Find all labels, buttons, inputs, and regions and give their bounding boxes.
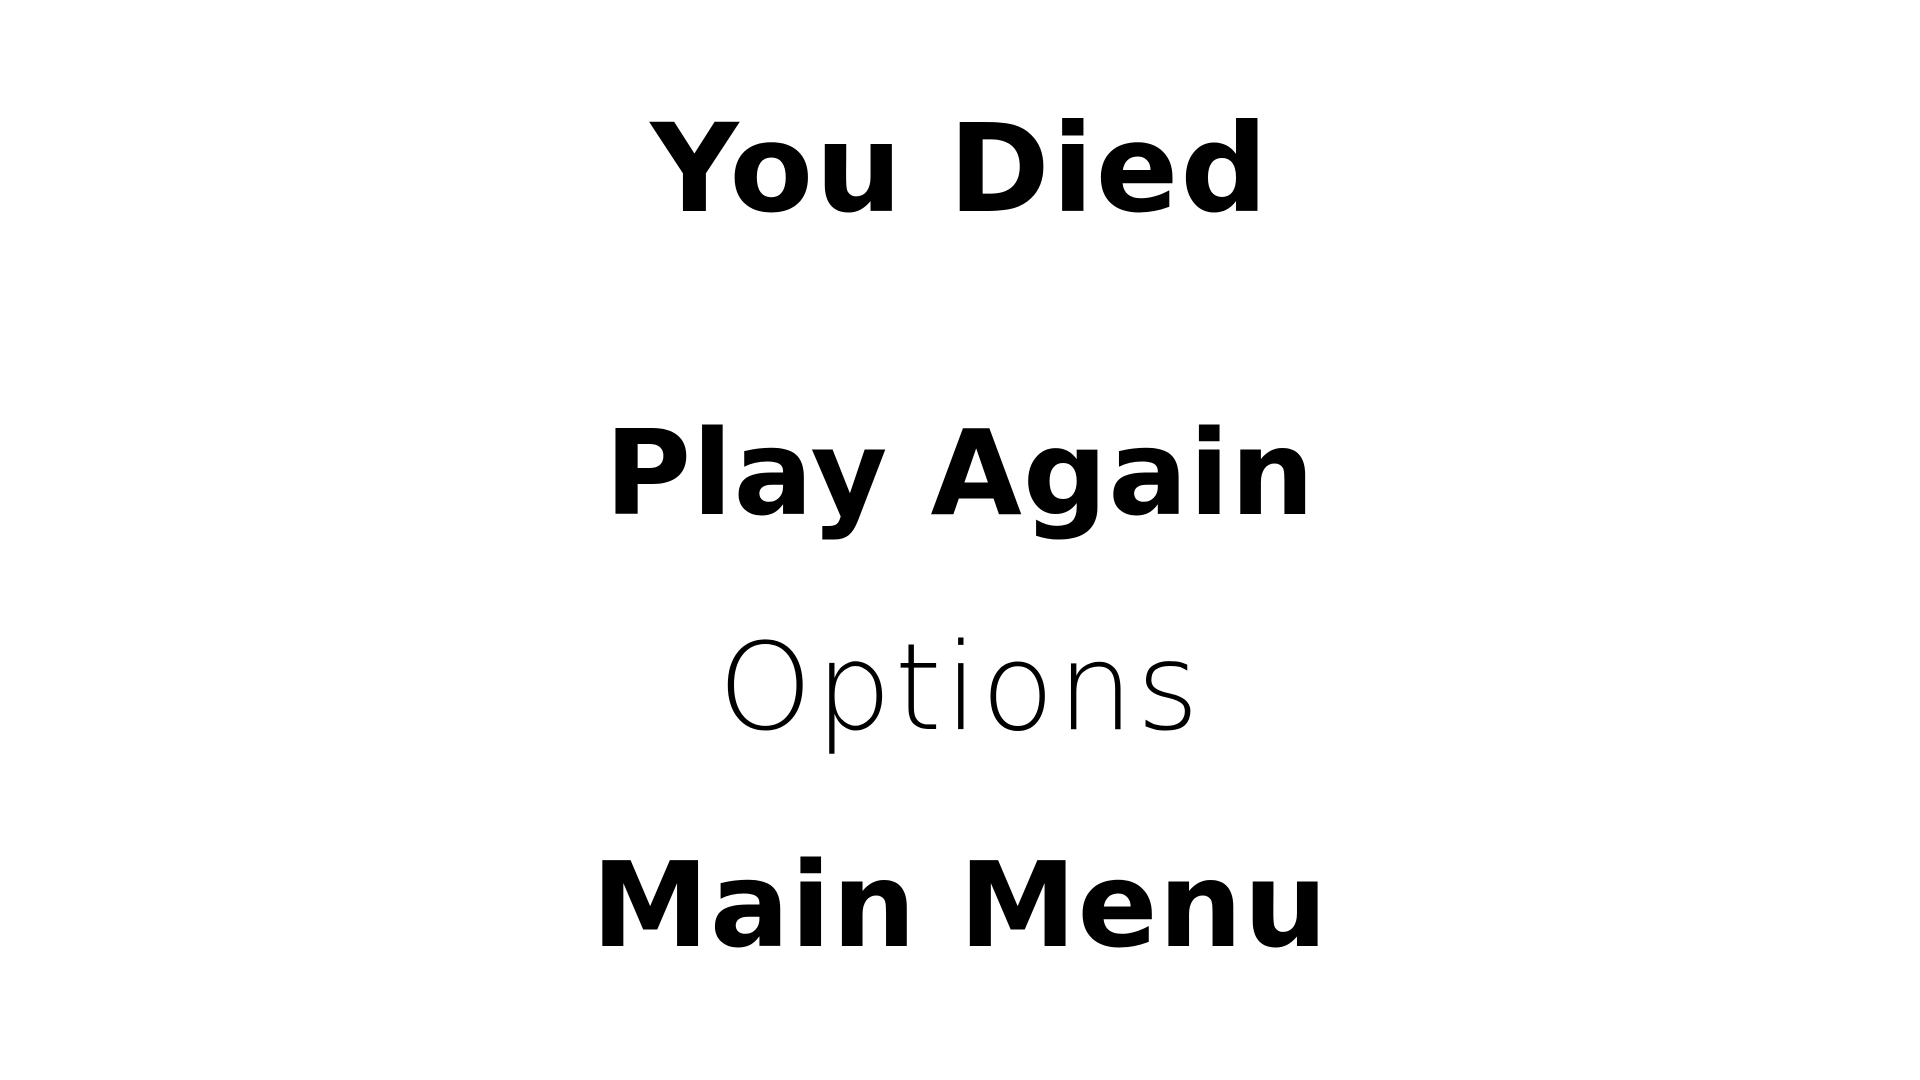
main-menu-button[interactable]: Main Menu — [0, 846, 1920, 964]
game-over-title: You Died — [650, 98, 1270, 240]
play-again-button[interactable]: Play Again — [0, 414, 1920, 532]
options-button[interactable]: Options — [0, 629, 1920, 749]
game-over-screen: You Died Play Again Options Main Menu — [0, 0, 1920, 1080]
